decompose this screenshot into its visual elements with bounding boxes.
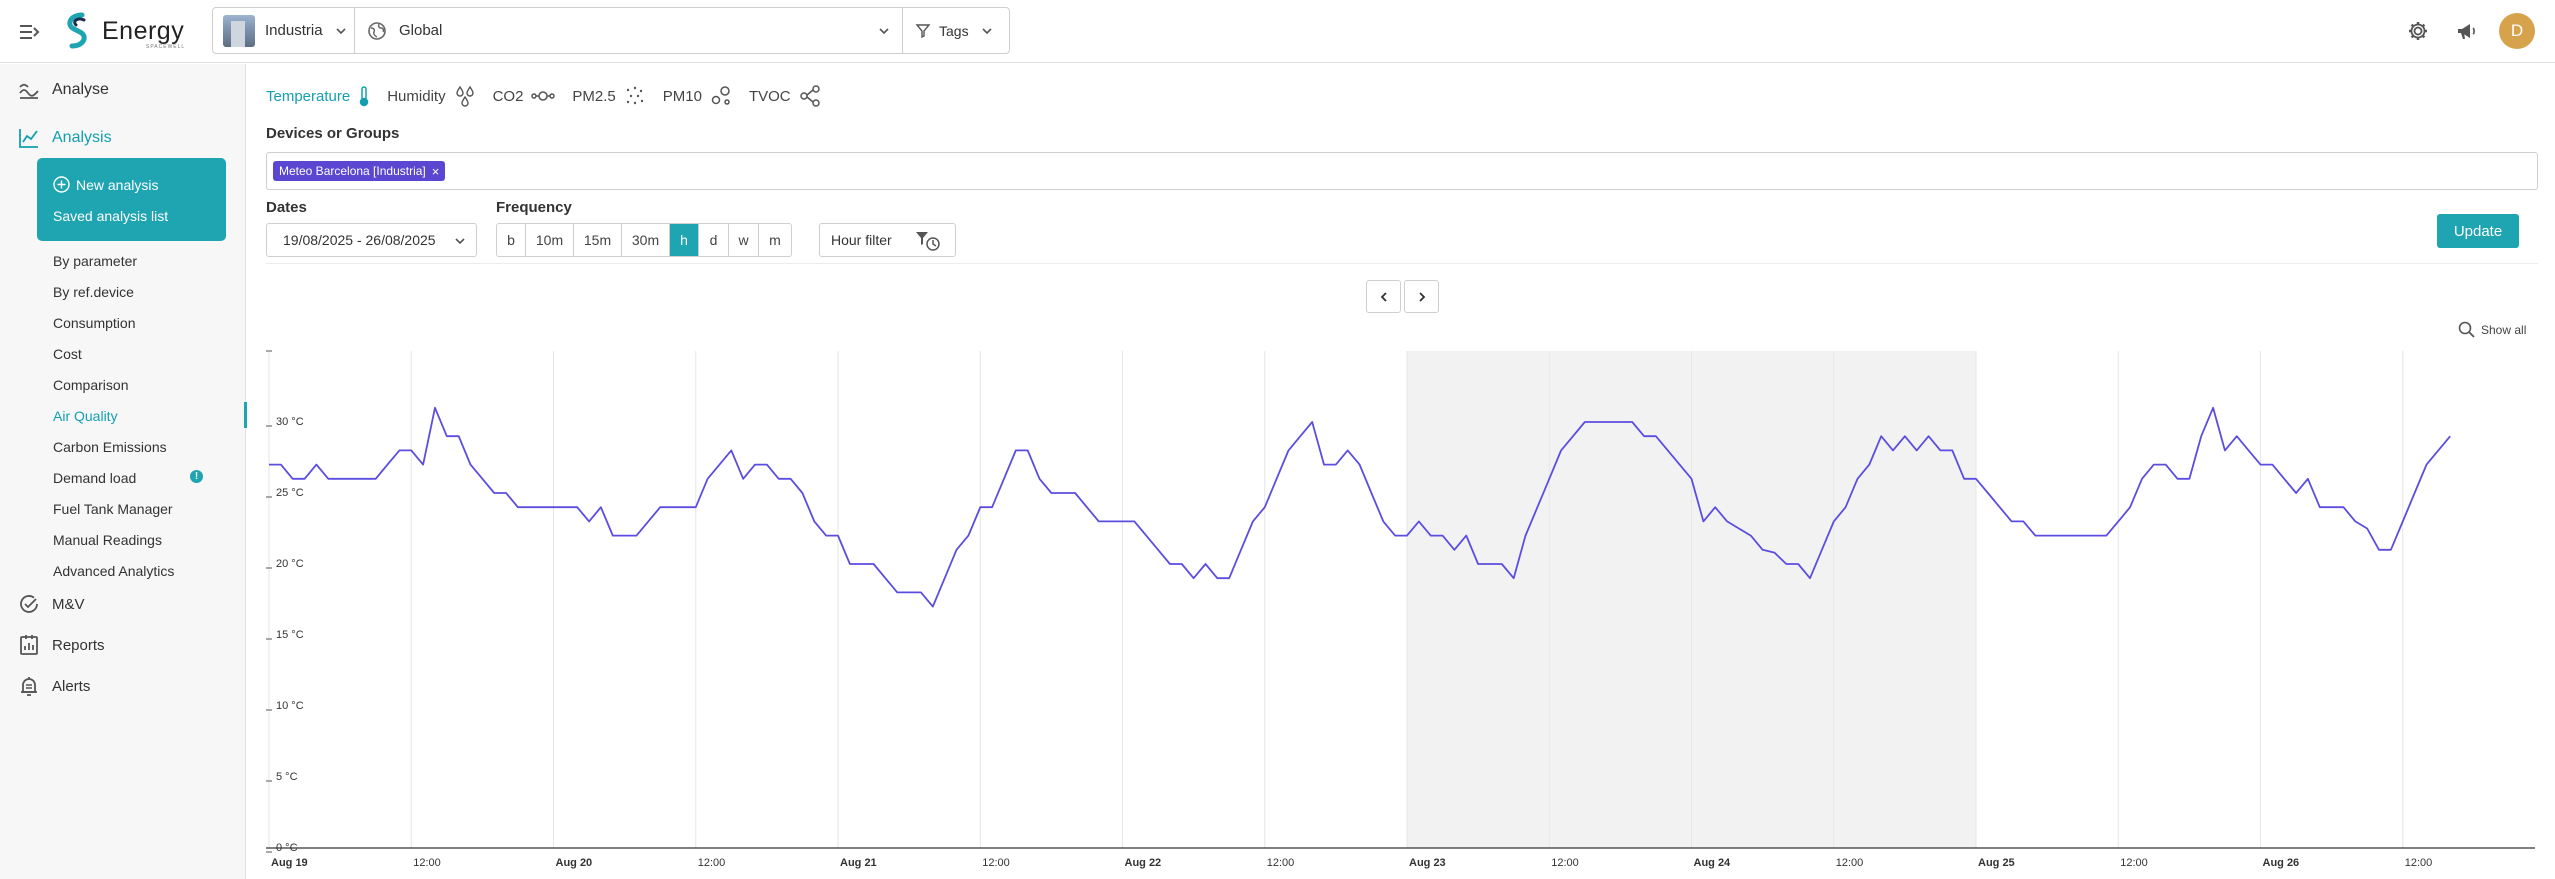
y-tick-label: 5 °C — [276, 771, 298, 783]
y-tick-label: 30 °C — [276, 416, 304, 428]
x-tick-label: 12:00 — [2405, 857, 2433, 869]
temperature-series-line — [269, 406, 2451, 608]
y-tick-label: 25 °C — [276, 487, 304, 499]
x-tick-label: Aug 20 — [556, 857, 593, 869]
x-tick-label: Aug 24 — [1694, 857, 1732, 869]
x-tick-label: 12:00 — [982, 857, 1010, 869]
y-tick-label: 20 °C — [276, 558, 304, 570]
x-tick-label: Aug 25 — [1978, 857, 2015, 869]
x-tick-label: Aug 21 — [840, 857, 877, 869]
x-tick-label: 12:00 — [1267, 857, 1295, 869]
x-tick-label: 12:00 — [2120, 857, 2148, 869]
x-tick-label: Aug 23 — [1409, 857, 1446, 869]
x-tick-label: Aug 19 — [271, 857, 308, 869]
x-tick-label: 12:00 — [1551, 857, 1579, 869]
y-tick-label: 15 °C — [276, 629, 304, 641]
y-tick-label: 10 °C — [276, 700, 304, 712]
x-tick-label: 12:00 — [698, 857, 726, 869]
temperature-line-chart[interactable]: Aug 19 12:00 Aug 20 12:00 Aug 21 12:00 Aug 22 1… — [0, 0, 2555, 879]
x-tick-label: 12:00 — [413, 857, 441, 869]
x-tick-label: 12:00 — [1836, 857, 1864, 869]
x-tick-label: Aug 26 — [2263, 857, 2300, 869]
x-tick-label: Aug 22 — [1125, 857, 1162, 869]
